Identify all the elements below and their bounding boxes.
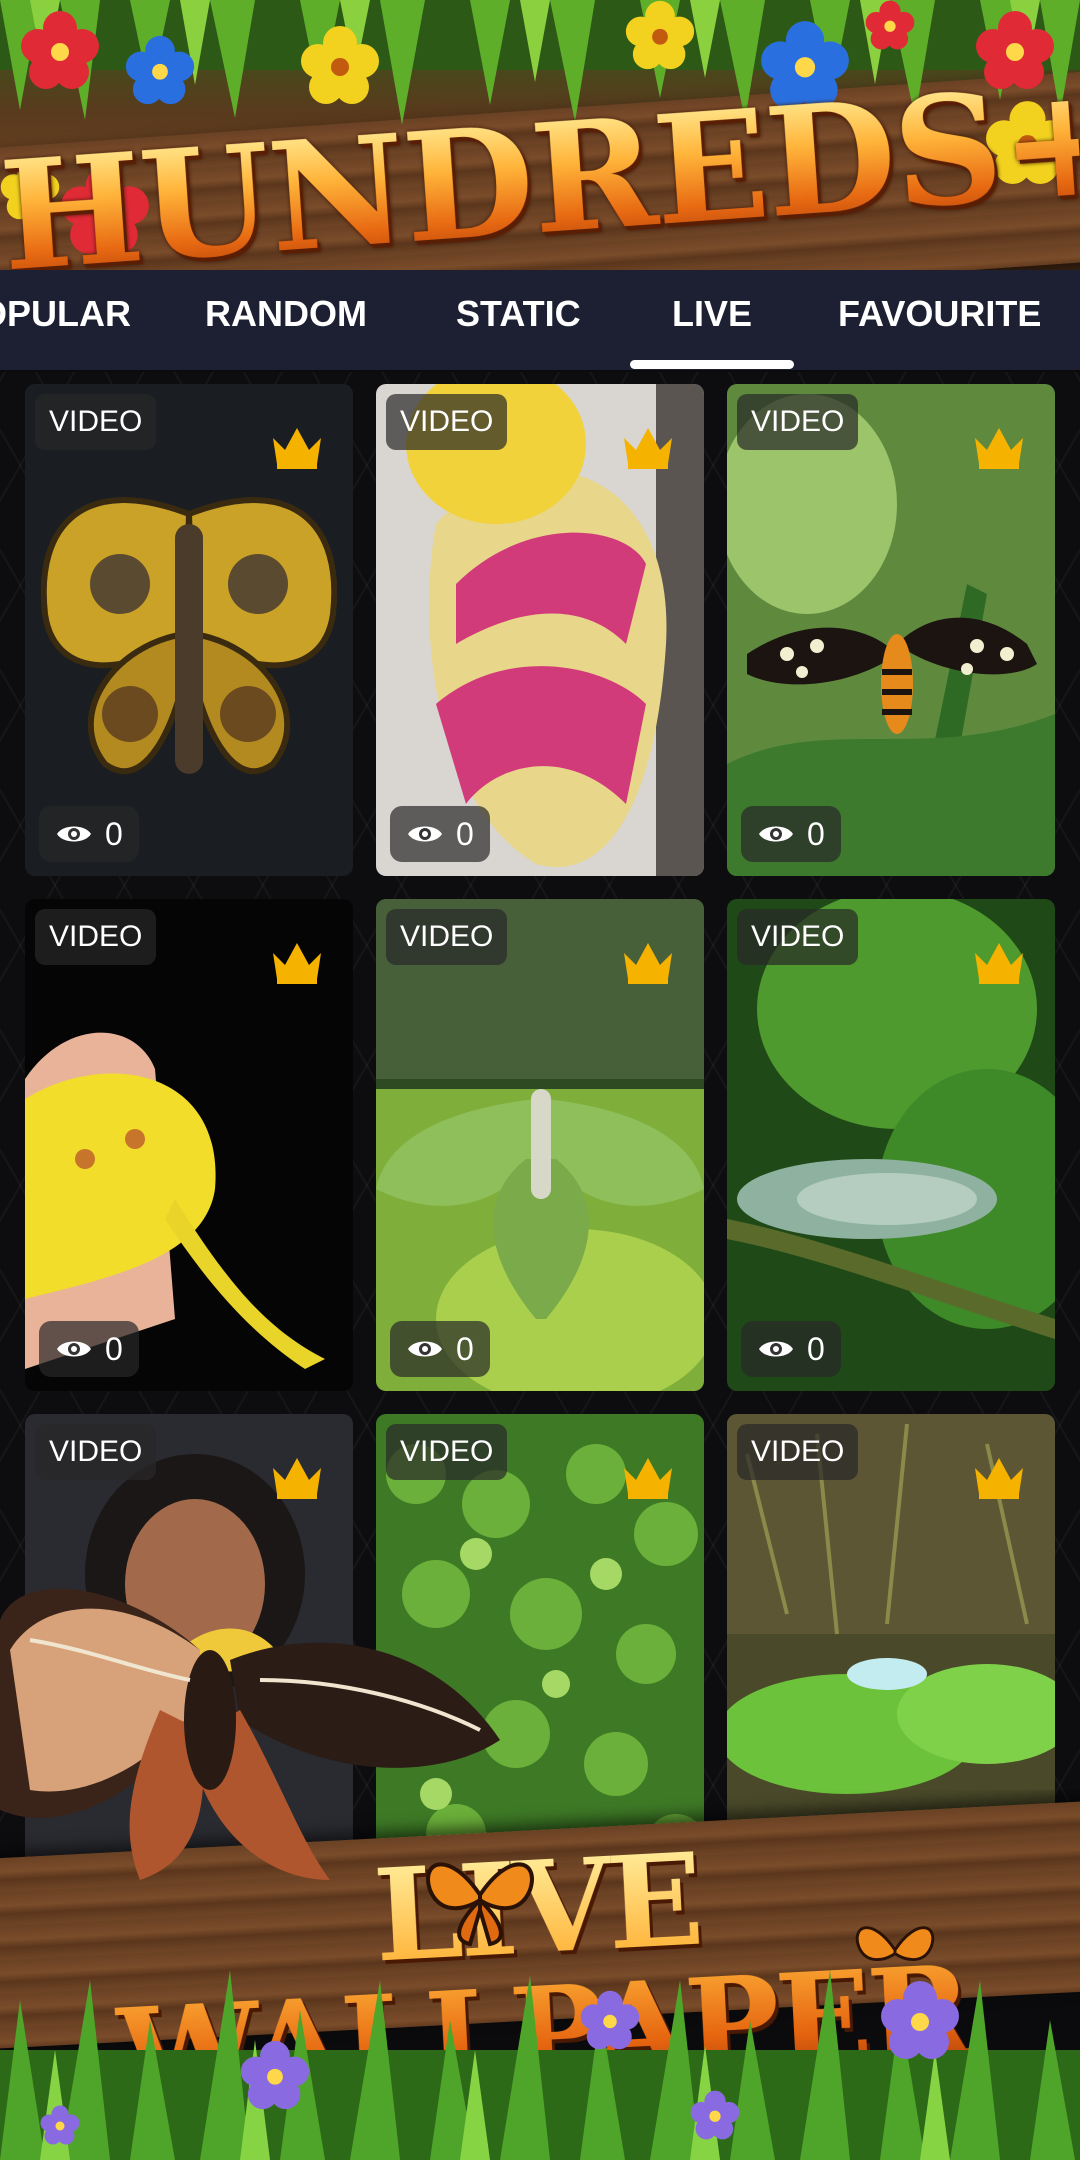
eye-icon <box>57 826 91 842</box>
flower-icon <box>865 0 915 50</box>
category-tabbar: POPULAR RANDOM STATIC LIVE FAVOURITE <box>0 270 1080 370</box>
view-count: 0 <box>741 806 841 862</box>
flower-icon <box>690 2090 740 2140</box>
video-badge: VIDEO <box>386 1424 508 1480</box>
video-badge: VIDEO <box>737 394 859 450</box>
selected-tab-indicator <box>630 360 794 369</box>
view-count: 0 <box>39 806 139 862</box>
crown-icon <box>273 943 321 984</box>
view-count-value: 0 <box>456 815 474 852</box>
tab-live[interactable]: LIVE <box>672 284 752 344</box>
flower-icon <box>580 1990 640 2050</box>
video-badge: VIDEO <box>737 909 859 965</box>
flower-icon <box>125 35 195 105</box>
promo-banner-top: HUNDREDS+ <box>0 0 1080 300</box>
eye-icon <box>57 1341 91 1357</box>
crown-icon <box>975 1458 1023 1499</box>
wallpaper-card[interactable]: VIDEO 0 <box>376 384 704 876</box>
flower-icon <box>625 0 695 70</box>
video-badge: VIDEO <box>35 909 157 965</box>
flower-icon <box>21 11 99 89</box>
view-count-value: 0 <box>807 1330 825 1367</box>
view-count: 0 <box>741 1321 841 1377</box>
flower-icon <box>881 1981 959 2059</box>
eye-icon <box>759 826 793 842</box>
tab-favourite[interactable]: FAVOURITE <box>838 284 1041 344</box>
view-count: 0 <box>390 806 490 862</box>
wallpaper-card[interactable]: VIDEO 0 <box>25 384 353 876</box>
moth-decoration <box>0 1588 500 1880</box>
crown-icon <box>975 428 1023 469</box>
view-count: 0 <box>390 1321 490 1377</box>
video-badge: VIDEO <box>386 909 508 965</box>
crown-icon <box>273 428 321 469</box>
tab-static[interactable]: STATIC <box>456 284 581 344</box>
video-badge: VIDEO <box>35 1424 157 1480</box>
wallpaper-card[interactable]: VIDEO 0 <box>376 899 704 1391</box>
view-count-value: 0 <box>456 1330 474 1367</box>
tab-popular[interactable]: POPULAR <box>0 284 131 344</box>
flower-icon <box>40 2105 80 2145</box>
tab-random[interactable]: RANDOM <box>205 284 367 344</box>
video-badge: VIDEO <box>35 394 157 450</box>
video-badge: VIDEO <box>386 394 508 450</box>
view-count: 0 <box>39 1321 139 1377</box>
crown-icon <box>624 1458 672 1499</box>
eye-icon <box>408 826 442 842</box>
view-count-value: 0 <box>807 815 825 852</box>
crown-icon <box>624 943 672 984</box>
wallpaper-card[interactable]: VIDEO 0 <box>727 384 1055 876</box>
flower-icon <box>301 26 379 104</box>
eye-icon <box>759 1341 793 1357</box>
view-count-value: 0 <box>105 815 123 852</box>
view-count-value: 0 <box>105 1330 123 1367</box>
flower-icon <box>240 2040 310 2110</box>
wallpaper-card[interactable]: VIDEO 0 <box>25 899 353 1391</box>
video-badge: VIDEO <box>737 1424 859 1480</box>
wallpaper-card[interactable]: VIDEO 0 <box>727 899 1055 1391</box>
crown-icon <box>975 943 1023 984</box>
crown-icon <box>624 428 672 469</box>
eye-icon <box>408 1341 442 1357</box>
